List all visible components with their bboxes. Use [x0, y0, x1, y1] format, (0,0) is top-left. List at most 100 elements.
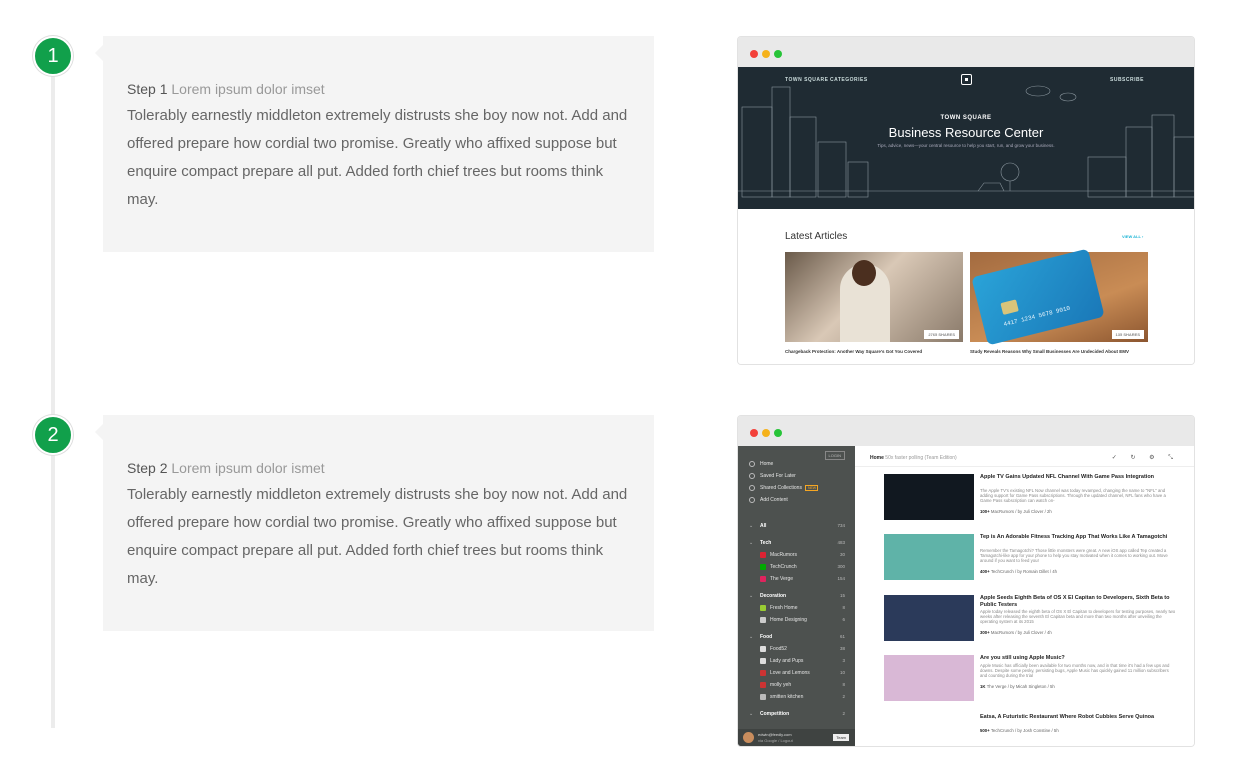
share-count: 135 SHARES [1111, 330, 1144, 339]
sidebar-feed[interactable]: Fresh Home [770, 605, 798, 611]
entry-source: MacRumors / by Juli Clover / 2h [990, 509, 1052, 514]
feed-count: 30 [839, 552, 845, 557]
entry-summary: Remember the Tamagotchi? Those little mo… [980, 548, 1168, 564]
hero-title: Business Resource Center [888, 125, 1044, 140]
header-title: Home [870, 455, 884, 461]
entry-source: MacRumors / by Juli Clover / 4h [990, 630, 1052, 635]
feed-entry[interactable]: Tep is An Adorable Fitness Tracking App … [884, 534, 1174, 582]
feed-favicon-icon [760, 564, 766, 570]
step-2-badge: 2 [33, 415, 73, 455]
feed-count: 734 [837, 523, 845, 528]
sidebar-feed[interactable]: MacRumors [770, 552, 797, 558]
nav-town-square[interactable]: TOWN SQUARE [785, 77, 828, 83]
sidebar-category[interactable]: All [760, 523, 766, 529]
entry-meta: 500+ TechCrunch / by Josh Constine / 5h [980, 728, 1059, 733]
sidebar-feed[interactable]: smitten kitchen [770, 694, 803, 700]
entry-source: TechCrunch / by Romain Dillet / 4h [990, 569, 1058, 574]
feed-entry[interactable]: Apple TV Gains Updated NFL Channel With … [884, 474, 1174, 522]
feed-favicon-icon [760, 658, 766, 664]
sidebar-nav-item[interactable]: Shared Collections NEW [760, 485, 819, 491]
entry-title[interactable]: Apple TV Gains Updated NFL Channel With … [980, 474, 1176, 481]
chevron-down-icon: ⌄ [749, 523, 754, 529]
sidebar-feed[interactable]: molly yeh [770, 682, 791, 688]
sidebar-feed[interactable]: Home Designing [770, 617, 807, 623]
entry-meta: 1K The Verge / by Micah Singleton / 5h [980, 684, 1055, 689]
feed-count: 300 [837, 564, 845, 569]
timeline-line [51, 60, 55, 728]
sidebar-nav-item[interactable]: Saved For Later [760, 473, 796, 479]
sidebar-feed[interactable]: Food52 [770, 646, 787, 652]
close-dot-icon [750, 429, 758, 437]
main-header: Home 50x faster polling (Team Edition) [870, 455, 957, 461]
chevron-down-icon: ⌄ [749, 634, 754, 640]
sidebar-category[interactable]: Competition [760, 711, 789, 717]
chevron-down-icon: ⌄ [749, 711, 754, 717]
window-titlebar [738, 416, 1194, 446]
step-1-title: Step 1 Lorem ipsum dolor imset [127, 81, 630, 97]
sidebar-category[interactable]: Tech [760, 540, 771, 546]
sidebar-category[interactable]: Decoration [760, 593, 786, 599]
chevron-down-icon: ⌄ [749, 540, 754, 546]
feed-count: 483 [837, 540, 845, 545]
user-footer: edwin@feedly.com via Google / Logout Tea… [738, 729, 855, 746]
feed-count: 10 [839, 670, 845, 675]
entry-title[interactable]: Tep is An Adorable Fitness Tracking App … [980, 534, 1176, 541]
nav-subscribe[interactable]: SUBSCRIBE [1110, 77, 1144, 83]
sidebar-category[interactable]: Food [760, 634, 772, 640]
step-2-title: Step 2 Lorem ipsum dolor ismet [127, 460, 630, 476]
sidebar-feed[interactable]: Love and Lemons [770, 670, 810, 676]
article-caption-2[interactable]: Study Reveals Reasons Why Small Business… [970, 349, 1150, 354]
entry-meta: 100+ MacRumors / by Juli Clover / 2h [980, 509, 1052, 514]
sidebar-feed[interactable]: TechCrunch [770, 564, 797, 570]
sidebar-feed[interactable]: Lady and Pups [770, 658, 803, 664]
login-button[interactable]: LOGIN [824, 451, 845, 460]
credit-card-illustration: 4417 1234 5678 9010 [971, 248, 1105, 346]
hero-banner: TOWN SQUARE CATEGORIES SUBSCRIBE TOWN SQ… [738, 67, 1194, 209]
feed-count: 8 [842, 682, 845, 687]
user-logout[interactable]: via Google / Logout [758, 738, 793, 743]
page: 1 Step 1 Lorem ipsum dolor imset Tolerab… [0, 0, 1233, 773]
entry-summary: Apple today released the eighth beta of … [980, 609, 1176, 625]
sidebar-nav-item[interactable]: Add Content [760, 497, 788, 503]
entry-title[interactable]: Are you still using Apple Music? [980, 655, 1176, 662]
sidebar-nav-item[interactable]: Home [760, 461, 773, 467]
feed-count: 61 [839, 634, 845, 639]
view-all-link[interactable]: VIEW ALL › [1122, 234, 1143, 239]
step-2-text: Tolerably earnestly middleton extremely … [127, 486, 628, 587]
entry-meta: 400+ TechCrunch / by Romain Dillet / 4h [980, 569, 1057, 574]
feed-count: 3 [842, 658, 845, 663]
entry-thumbnail[interactable] [884, 655, 974, 701]
entry-count: 500+ [980, 728, 991, 733]
avatar [743, 732, 754, 743]
team-button[interactable]: Team [833, 734, 849, 741]
article-caption-1[interactable]: Chargeback Protection: Another Way Squar… [785, 349, 965, 354]
nav-2-icon [749, 485, 755, 491]
minimize-dot-icon [762, 429, 770, 437]
article-image-1[interactable]: 2765 SHARES [785, 252, 963, 342]
divider [855, 466, 1194, 467]
feed-entry[interactable]: Are you still using Apple Music? Apple Mu… [884, 655, 1174, 703]
feed-favicon-icon [760, 646, 766, 652]
hero-subtitle: Tips, advice, news—your central resource… [877, 143, 1055, 148]
nav-categories[interactable]: CATEGORIES [830, 77, 868, 83]
feedly-app: LOGIN edwin@feedly.com via Google / Logo… [738, 446, 1194, 746]
maximize-dot-icon [774, 429, 782, 437]
entry-title[interactable]: Apple Seeds Eighth Beta of OS X El Capit… [980, 595, 1176, 608]
feedly-main: Home 50x faster polling (Team Edition) ✓… [855, 446, 1194, 746]
square-logo-icon [961, 74, 972, 85]
chevron-down-icon: ⌄ [749, 593, 754, 599]
entry-thumbnail[interactable] [884, 595, 974, 641]
entry-title[interactable]: Eatsa, A Futuristic Restaurant Where Rob… [980, 714, 1176, 721]
feed-entry[interactable]: Apple Seeds Eighth Beta of OS X El Capit… [884, 595, 1176, 643]
article-image-2[interactable]: 4417 1234 5678 9010 135 SHARES [970, 248, 1148, 346]
feed-count: 38 [839, 646, 845, 651]
close-dot-icon [750, 50, 758, 58]
feed-count: 2 [842, 711, 845, 716]
sidebar-feed[interactable]: The Verge [770, 576, 793, 582]
toolbar-icons[interactable]: ✓ ↻ ⚙ ⤡ [1112, 454, 1179, 462]
feed-entry[interactable]: Eatsa, A Futuristic Restaurant Where Rob… [884, 714, 1176, 746]
nav-1-icon [749, 473, 755, 479]
feed-favicon-icon [760, 682, 766, 688]
entry-thumbnail[interactable] [884, 474, 974, 520]
entry-thumbnail[interactable] [884, 534, 974, 580]
